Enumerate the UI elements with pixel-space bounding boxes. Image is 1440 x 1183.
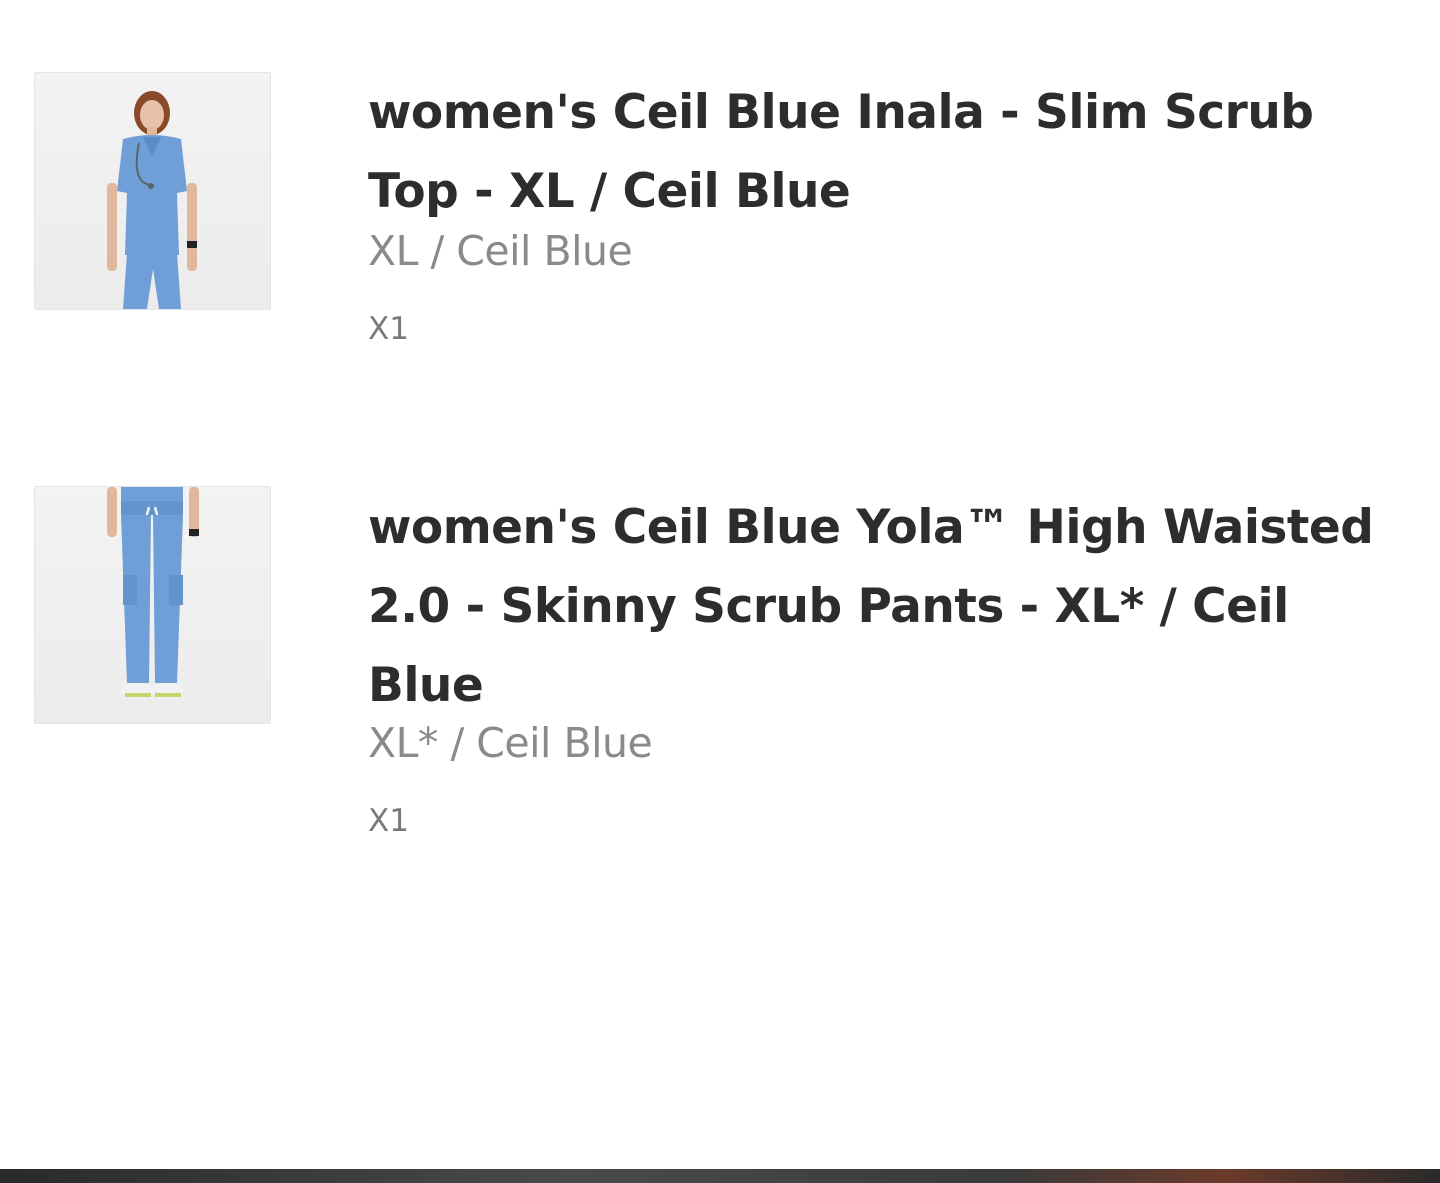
scrub-pants-image-icon (107, 487, 199, 699)
line-item-info: women's Ceil Blue Yola™ High Waisted 2.0… (368, 486, 1413, 841)
product-variant: XL* / Ceil Blue (368, 719, 653, 767)
order-summary-page: women's Ceil Blue Inala - Slim Scrub Top… (0, 0, 1440, 1183)
product-quantity: X1 (368, 311, 409, 347)
product-thumbnail[interactable] (34, 72, 271, 310)
product-quantity: X1 (368, 803, 409, 839)
product-variant: XL / Ceil Blue (368, 227, 633, 275)
line-item-info: women's Ceil Blue Inala - Slim Scrub Top… (368, 72, 1413, 349)
scrub-top-image-icon (107, 91, 197, 309)
product-title[interactable]: women's Ceil Blue Inala - Slim Scrub Top… (368, 73, 1413, 231)
product-title[interactable]: women's Ceil Blue Yola™ High Waisted 2.0… (368, 488, 1413, 725)
bottom-banner-strip (0, 1169, 1440, 1183)
product-thumbnail[interactable] (34, 486, 271, 724)
